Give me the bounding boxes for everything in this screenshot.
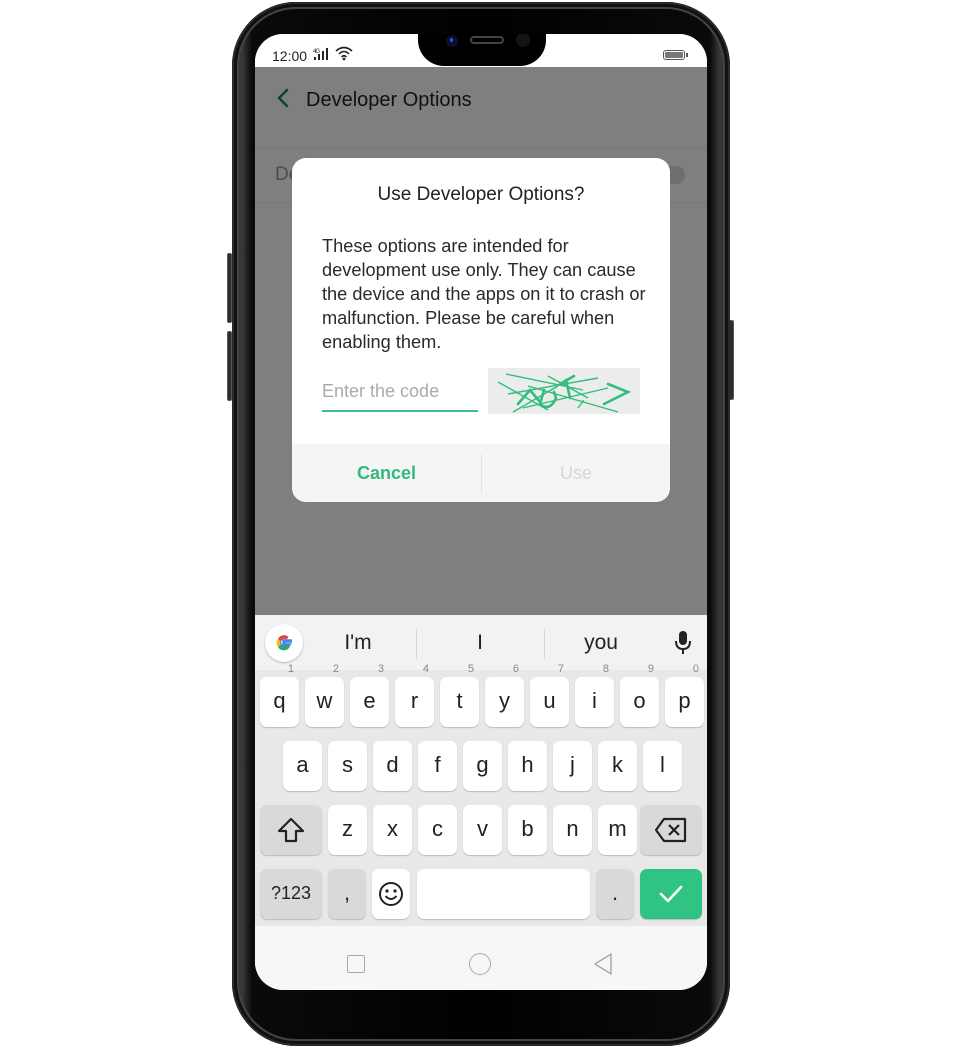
captcha-image[interactable] (488, 368, 640, 414)
key-label: o (633, 688, 646, 713)
use-developer-options-dialog: Use Developer Options? These options are… (292, 158, 670, 502)
key-a[interactable]: a (283, 741, 322, 791)
comma-key[interactable]: , (328, 869, 366, 919)
key-z[interactable]: z (328, 805, 367, 855)
key-i[interactable]: i8 (575, 664, 614, 727)
key-l[interactable]: l (643, 741, 682, 791)
space-key[interactable] (417, 869, 590, 919)
earpiece-speaker (470, 36, 504, 44)
notch (418, 34, 546, 66)
key-number-hint: 2 (332, 663, 339, 675)
dialog-message: These options are intended for developme… (322, 236, 646, 352)
key-n[interactable]: n (553, 805, 592, 855)
code-input[interactable] (322, 376, 478, 412)
key-number-hint: 4 (422, 663, 429, 675)
key-label: r (410, 688, 419, 713)
navigation-bar (255, 926, 707, 990)
key-c[interactable]: c (418, 805, 457, 855)
suggestion-3[interactable]: you (541, 631, 661, 655)
phone-screen: 12:00 4G Developer Options (255, 34, 707, 990)
key-u[interactable]: u7 (530, 664, 569, 727)
key-label: u (543, 688, 556, 713)
key-label: p (678, 688, 691, 713)
recent-apps-icon[interactable] (347, 955, 365, 973)
key-m[interactable]: m (598, 805, 637, 855)
proximity-sensor (516, 34, 530, 47)
soft-keyboard: I'm I you q1w2e3r4t5y6u7i8o9p0 asdfghjkl… (255, 615, 707, 926)
front-camera-icon (446, 35, 458, 47)
signal-icon: 4G (313, 47, 333, 64)
key-h[interactable]: h (508, 741, 547, 791)
key-label: e (363, 688, 376, 713)
back-triangle-icon[interactable] (593, 952, 613, 976)
key-number-hint: 1 (287, 663, 294, 675)
battery-icon (663, 50, 688, 60)
microphone-icon[interactable] (674, 630, 692, 656)
key-label: q (273, 688, 286, 713)
backspace-key[interactable] (640, 805, 702, 855)
key-y[interactable]: y6 (485, 664, 524, 727)
key-r[interactable]: r4 (395, 664, 434, 727)
key-number-hint: 8 (602, 663, 609, 675)
suggestion-1[interactable]: I'm (298, 631, 418, 655)
key-label: i (592, 688, 597, 713)
key-p[interactable]: p0 (665, 664, 704, 727)
key-g[interactable]: g (463, 741, 502, 791)
key-number-hint: 0 (692, 663, 699, 675)
cancel-button[interactable]: Cancel (292, 444, 481, 502)
key-q[interactable]: q1 (260, 664, 299, 727)
key-label: y (499, 688, 510, 713)
shift-key[interactable] (260, 805, 322, 855)
key-number-hint: 7 (557, 663, 564, 675)
backspace-icon (654, 817, 687, 843)
wifi-icon (335, 45, 353, 66)
key-t[interactable]: t5 (440, 664, 479, 727)
key-number-hint: 3 (377, 663, 384, 675)
period-key[interactable]: . (596, 869, 634, 919)
key-v[interactable]: v (463, 805, 502, 855)
key-number-hint: 6 (512, 663, 519, 675)
key-b[interactable]: b (508, 805, 547, 855)
suggestion-2[interactable]: I (420, 631, 540, 655)
key-f[interactable]: f (418, 741, 457, 791)
emoji-icon (379, 882, 403, 906)
suggestion-divider (416, 629, 417, 659)
enter-key[interactable] (640, 869, 702, 919)
checkmark-icon (659, 885, 683, 903)
key-x[interactable]: x (373, 805, 412, 855)
dialog-title: Use Developer Options? (377, 184, 585, 205)
key-e[interactable]: e3 (350, 664, 389, 727)
dialog-actions: Cancel Use (292, 444, 670, 502)
key-s[interactable]: s (328, 741, 367, 791)
suggestion-bar: I'm I you (255, 615, 707, 670)
key-label: w (316, 688, 333, 713)
key-number-hint: 5 (467, 663, 474, 675)
key-k[interactable]: k (598, 741, 637, 791)
emoji-key[interactable] (372, 869, 410, 919)
use-button[interactable]: Use (482, 444, 670, 502)
key-o[interactable]: o9 (620, 664, 659, 727)
key-number-hint: 9 (647, 663, 654, 675)
key-w[interactable]: w2 (305, 664, 344, 727)
home-icon[interactable] (469, 953, 491, 975)
key-label: t (456, 688, 463, 713)
key-d[interactable]: d (373, 741, 412, 791)
symbols-key[interactable]: ?123 (260, 869, 322, 919)
key-j[interactable]: j (553, 741, 592, 791)
status-time: 12:00 (272, 48, 308, 64)
shift-icon (277, 817, 305, 843)
